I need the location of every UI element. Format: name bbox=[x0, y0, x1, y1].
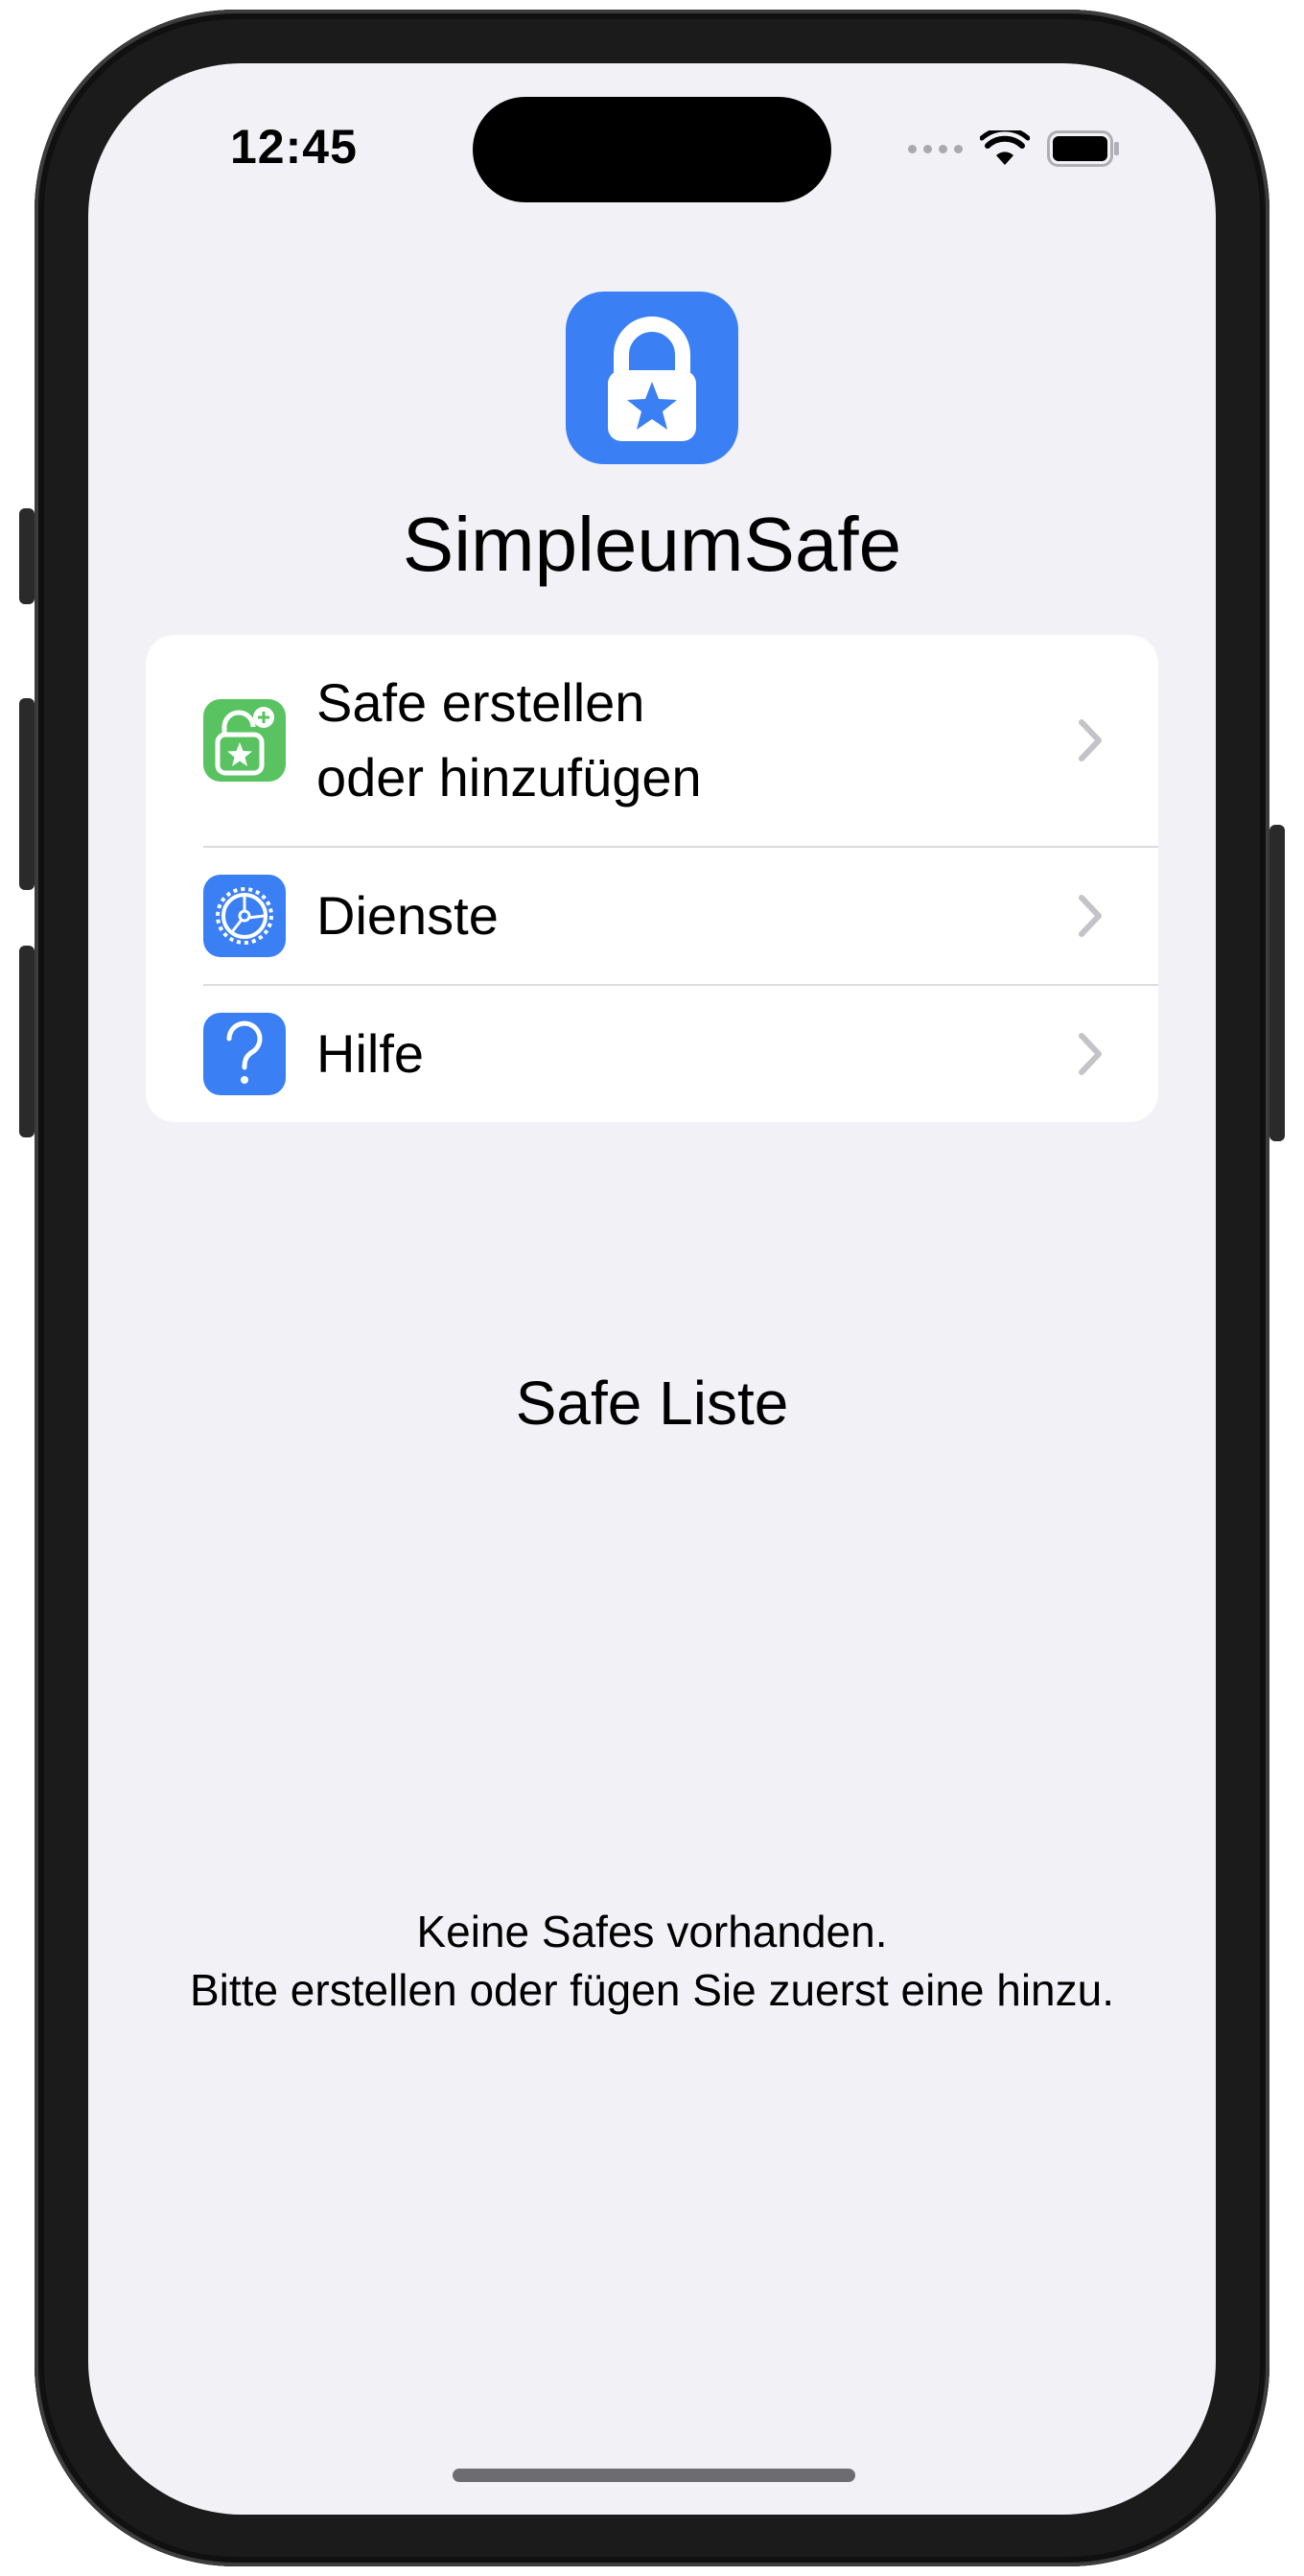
menu-item-services-label: Dienste bbox=[316, 885, 499, 946]
battery-icon bbox=[1047, 130, 1119, 167]
cellular-dots-icon bbox=[908, 144, 963, 153]
app-logo-icon bbox=[566, 292, 738, 464]
status-time: 12:45 bbox=[230, 120, 358, 174]
menu-item-services[interactable]: Dienste bbox=[146, 848, 1158, 984]
screen: 12:45 SimpleumSafe Safe erstellen oder h… bbox=[88, 63, 1216, 2515]
dynamic-island bbox=[473, 97, 831, 202]
volume-up-button bbox=[19, 698, 35, 890]
menu-item-help-label: Hilfe bbox=[316, 1023, 425, 1084]
wifi-icon bbox=[980, 130, 1030, 165]
empty-state-line1: Keine Safes vorhanden. bbox=[416, 1907, 888, 1956]
menu-item-create-safe[interactable]: Safe erstellen oder hinzufügen bbox=[146, 635, 1158, 846]
power-button bbox=[1269, 825, 1285, 1141]
home-indicator[interactable] bbox=[453, 2469, 855, 2482]
safe-list-title: Safe Liste bbox=[515, 1369, 789, 1438]
help-question-icon bbox=[203, 1013, 286, 1095]
chevron-right-icon bbox=[1079, 719, 1102, 761]
menu-item-create-safe-label: Safe erstellen oder hinzufügen bbox=[316, 672, 702, 808]
empty-state-message: Keine Safes vorhanden. Bitte erstellen o… bbox=[88, 1903, 1216, 2020]
empty-state-line2: Bitte erstellen oder fügen Sie zuerst ei… bbox=[189, 1965, 1115, 2015]
volume-down-button bbox=[19, 946, 35, 1137]
menu-item-help[interactable]: Hilfe bbox=[146, 986, 1158, 1122]
app-title: SimpleumSafe bbox=[402, 502, 902, 587]
action-button bbox=[19, 508, 35, 604]
lock-add-icon bbox=[203, 699, 286, 782]
chevron-right-icon bbox=[1079, 895, 1102, 937]
status-icons bbox=[908, 130, 1120, 167]
main-menu: Safe erstellen oder hinzufügen Dienste H… bbox=[146, 635, 1158, 1122]
services-gear-icon bbox=[203, 875, 286, 957]
chevron-right-icon bbox=[1079, 1033, 1102, 1075]
